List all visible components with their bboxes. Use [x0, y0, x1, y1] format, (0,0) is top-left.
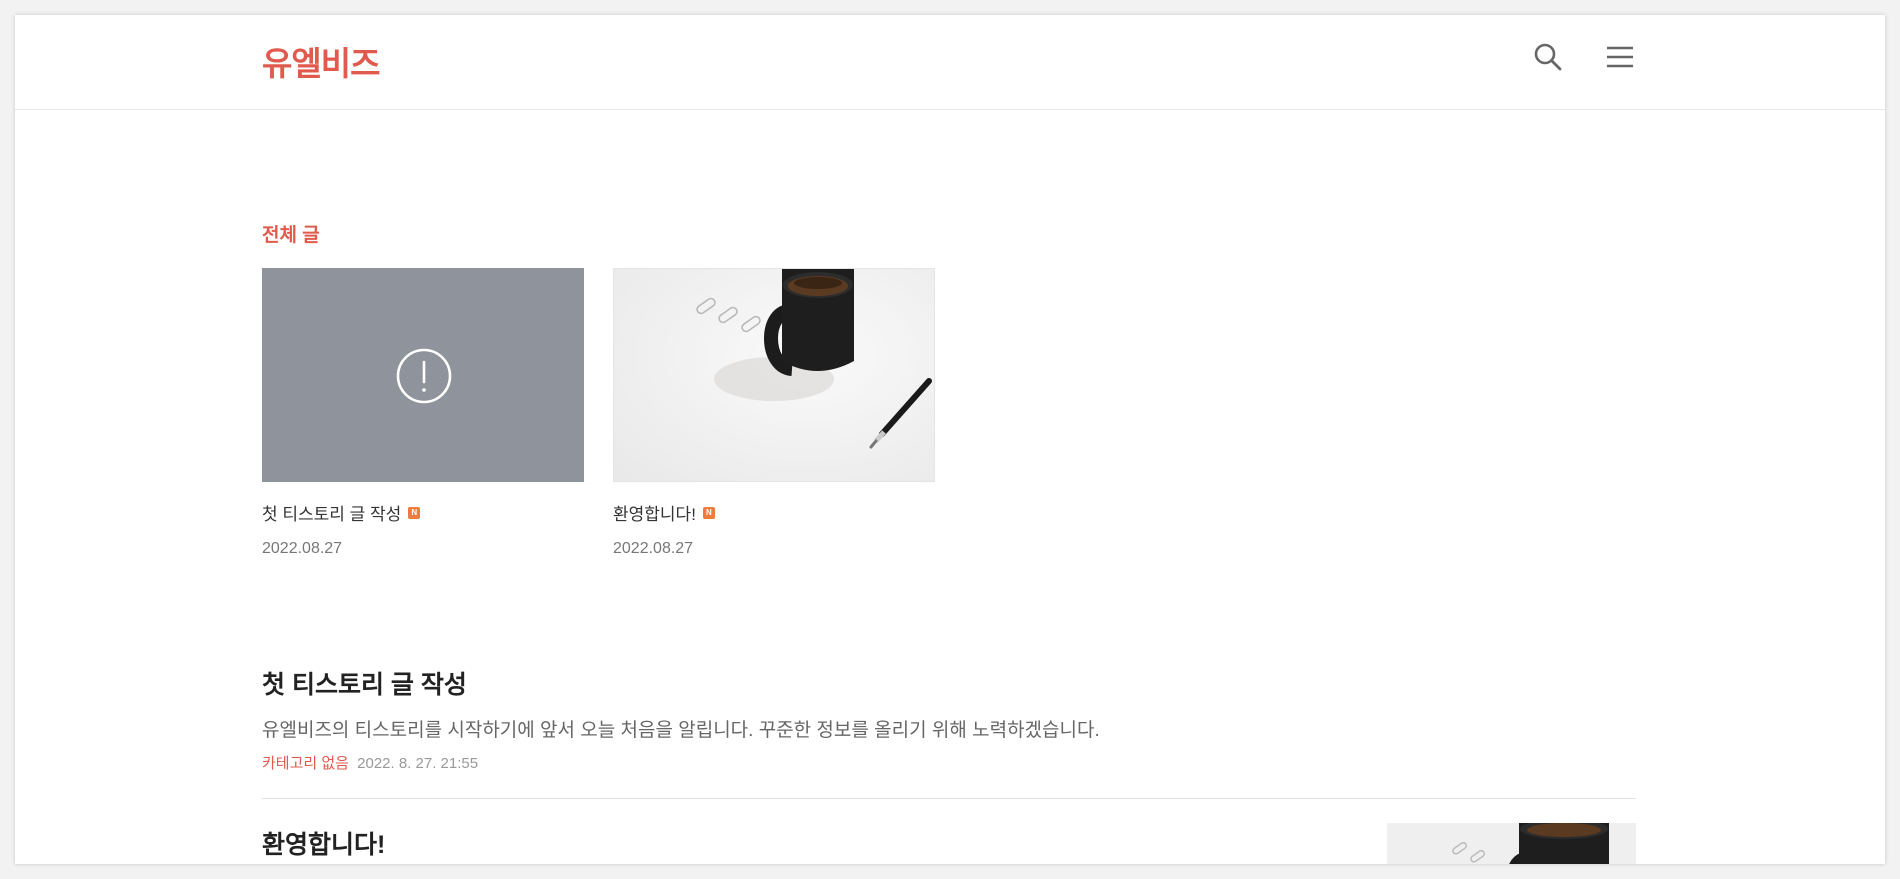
post-title[interactable]: 첫 티스토리 글 작성 — [262, 665, 1636, 701]
post-card[interactable]: 환영합니다! N 2022.08.27 — [613, 268, 935, 558]
new-badge: N — [702, 506, 715, 519]
post-thumbnail[interactable] — [1387, 823, 1636, 864]
search-icon — [1534, 43, 1562, 71]
site-logo[interactable]: 유엘비즈 — [262, 37, 380, 85]
post-category[interactable]: 카테고리 없음 — [262, 755, 349, 772]
post-card-title[interactable]: 첫 티스토리 글 작성 N — [262, 500, 584, 525]
post-divider — [262, 798, 1636, 799]
coffee-mug-photo — [1387, 823, 1636, 864]
section-title: 전체 글 — [262, 225, 320, 246]
site-header: 유엘비즈 — [15, 15, 1885, 110]
post-card-title[interactable]: 환영합니다! N — [613, 500, 935, 525]
post-card-thumbnail[interactable] — [262, 268, 584, 482]
post-datetime: 2022. 8. 27. 21:55 — [357, 755, 479, 772]
coffee-mug-photo — [614, 269, 934, 481]
post-card-thumbnail[interactable] — [613, 268, 935, 482]
page-frame: 유엘비즈 전체 글 첫 티스토리 글 작성 N 2022.08.27 환영합니다… — [15, 15, 1885, 864]
new-badge: N — [408, 506, 421, 519]
post-card-date: 2022.08.27 — [613, 540, 694, 557]
menu-button[interactable] — [1600, 37, 1640, 77]
post-card-title-text[interactable]: 첫 티스토리 글 작성 — [262, 500, 401, 525]
post-meta: 카테고리 없음 2022. 8. 27. 21:55 — [262, 752, 1636, 773]
post-excerpt[interactable]: 유엘비즈의 티스토리를 시작하기에 앞서 오늘 처음을 알립니다. 꾸준한 정보… — [262, 715, 1636, 742]
menu-icon — [1607, 46, 1633, 68]
post-card-date: 2022.08.27 — [262, 540, 343, 557]
post-card[interactable]: 첫 티스토리 글 작성 N 2022.08.27 — [262, 268, 584, 558]
alert-circle-icon — [396, 348, 452, 404]
post-card-title-text[interactable]: 환영합니다! — [613, 500, 696, 525]
search-button[interactable] — [1528, 37, 1568, 77]
post-list-item[interactable]: 첫 티스토리 글 작성 유엘비즈의 티스토리를 시작하기에 앞서 오늘 처음을 … — [262, 665, 1636, 773]
